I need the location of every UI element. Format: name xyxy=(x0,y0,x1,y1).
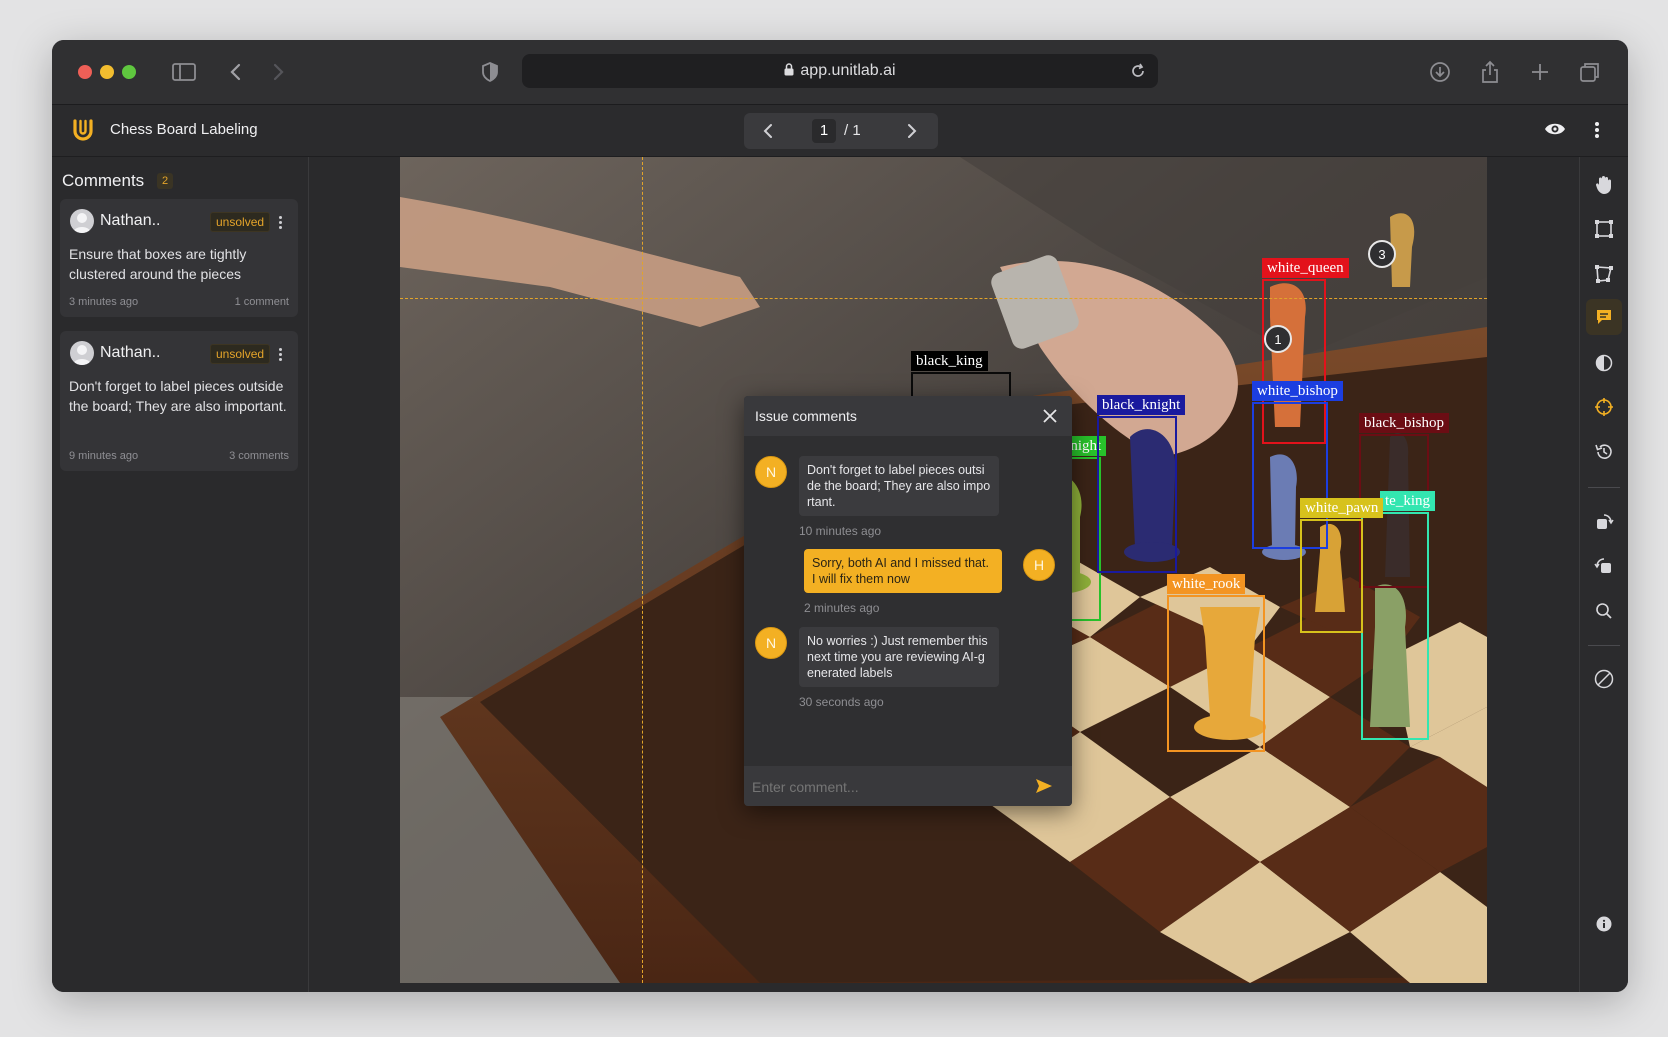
address-bar[interactable]: app.unitlab.ai xyxy=(522,54,1158,88)
rotate-left-icon[interactable] xyxy=(1592,554,1616,578)
download-icon[interactable] xyxy=(1426,58,1454,86)
bbox-white-king[interactable] xyxy=(1361,512,1429,740)
dialog-header: Issue comments xyxy=(744,396,1072,436)
close-icon[interactable] xyxy=(1042,408,1058,429)
eye-icon[interactable] xyxy=(1544,121,1566,142)
message-time: 2 minutes ago xyxy=(804,601,880,615)
status-badge: unsolved xyxy=(210,344,271,364)
toolbar-divider xyxy=(1588,487,1620,488)
image-pager: 1 / 1 xyxy=(744,113,938,149)
project-title: Chess Board Labeling xyxy=(110,121,258,138)
shield-icon[interactable] xyxy=(476,58,504,86)
sidebar-toggle-icon[interactable] xyxy=(170,58,198,86)
prohibited-icon[interactable] xyxy=(1592,667,1616,691)
user-avatar: N xyxy=(755,627,787,659)
comment-text: Don't forget to label pieces outside the… xyxy=(69,378,287,414)
url-text: app.unitlab.ai xyxy=(800,62,896,79)
message-time: 30 seconds ago xyxy=(799,695,884,709)
toolbar-divider xyxy=(1588,645,1620,646)
comment-tool-active[interactable] xyxy=(1586,299,1622,335)
lock-icon xyxy=(784,63,794,81)
comments-count-badge: 2 xyxy=(157,173,173,189)
message-bubble: No worries :) Just remember this next ti… xyxy=(799,627,999,687)
bbox-label: white_queen xyxy=(1262,258,1349,278)
unitlab-logo-icon xyxy=(70,117,96,148)
bounding-box-tool-icon[interactable] xyxy=(1592,217,1616,241)
comment-replies: 1 comment xyxy=(234,296,289,308)
next-image-icon[interactable] xyxy=(906,122,918,145)
issue-comments-dialog: Issue comments N Don't forget to label p… xyxy=(744,396,1072,806)
share-icon[interactable] xyxy=(1476,58,1504,86)
comment-author: Nathan.. xyxy=(100,344,161,361)
rotate-right-icon[interactable] xyxy=(1592,510,1616,534)
crosshair-icon[interactable] xyxy=(1592,395,1616,419)
comment-menu-icon[interactable] xyxy=(279,216,283,231)
dialog-title: Issue comments xyxy=(755,408,857,424)
maximize-window-button[interactable] xyxy=(122,65,136,79)
comment-card[interactable]: Nathan.. unsolved Ensure that boxes are … xyxy=(60,199,298,317)
hand-pan-icon[interactable] xyxy=(1592,173,1616,197)
annotation-canvas[interactable]: black_king white_knight black_knight whi… xyxy=(309,157,1579,992)
comment-icon xyxy=(1595,308,1613,331)
comment-time: 9 minutes ago xyxy=(69,450,139,462)
comment-marker[interactable]: 3 xyxy=(1368,240,1396,268)
comment-time: 3 minutes ago xyxy=(69,296,139,308)
minimize-window-button[interactable] xyxy=(100,65,114,79)
info-icon[interactable] xyxy=(1592,912,1616,936)
app-header: Chess Board Labeling 1 / 1 xyxy=(52,105,1628,157)
previous-image-icon[interactable] xyxy=(762,122,774,145)
bbox-label: white_bishop xyxy=(1252,381,1343,401)
bbox-white-pawn[interactable] xyxy=(1300,519,1363,633)
comment-author: Nathan.. xyxy=(100,212,161,229)
comment-replies: 3 comments xyxy=(229,450,289,462)
bbox-label: black_knight xyxy=(1097,395,1186,415)
tabs-overview-icon[interactable] xyxy=(1576,58,1604,86)
polygon-tool-icon[interactable] xyxy=(1592,262,1616,286)
crosshair-vertical xyxy=(642,157,643,983)
bbox-black-knight[interactable] xyxy=(1097,416,1177,573)
send-icon[interactable] xyxy=(1035,778,1053,799)
message-bubble: Don't forget to label pieces outsi de th… xyxy=(799,456,999,516)
bbox-label: te_king xyxy=(1380,491,1435,511)
tools-toolbar xyxy=(1579,157,1628,992)
comments-sidebar: Comments 2 Nathan.. unsolved Ensure that… xyxy=(52,157,309,992)
history-icon[interactable] xyxy=(1592,440,1616,464)
reload-icon[interactable] xyxy=(1130,63,1146,84)
bbox-label: black_king xyxy=(911,351,988,371)
comment-text: Ensure that boxes are tightly clustered … xyxy=(69,246,247,282)
status-badge: unsolved xyxy=(210,212,271,232)
bbox-label: black_bishop xyxy=(1359,413,1449,433)
back-icon[interactable] xyxy=(222,58,250,86)
comment-input[interactable] xyxy=(750,772,1024,802)
forward-icon[interactable] xyxy=(264,58,292,86)
user-avatar: N xyxy=(755,456,787,488)
zoom-icon[interactable] xyxy=(1592,599,1616,623)
comment-marker[interactable]: 1 xyxy=(1264,325,1292,353)
bbox-white-rook[interactable] xyxy=(1167,595,1265,752)
message-time: 10 minutes ago xyxy=(799,524,882,538)
avatar xyxy=(70,341,94,365)
browser-window: app.unitlab.ai Chess Board Labeling 1 / … xyxy=(52,40,1628,992)
close-window-button[interactable] xyxy=(78,65,92,79)
user-avatar: H xyxy=(1023,549,1055,581)
comment-card[interactable]: Nathan.. unsolved Don't forget to label … xyxy=(60,331,298,471)
brightness-icon[interactable] xyxy=(1592,351,1616,375)
browser-titlebar: app.unitlab.ai xyxy=(52,40,1628,105)
new-tab-icon[interactable] xyxy=(1526,58,1554,86)
message-bubble: Sorry, both AI and I missed that. I will… xyxy=(804,549,1002,593)
bbox-label: white_pawn xyxy=(1300,498,1384,518)
bbox-label: white_rook xyxy=(1167,574,1246,594)
comments-title: Comments xyxy=(62,171,145,190)
page-current-input[interactable]: 1 xyxy=(812,119,836,143)
more-options-icon[interactable] xyxy=(1594,121,1600,144)
avatar xyxy=(70,209,94,233)
page-total: / 1 xyxy=(844,122,861,139)
comment-menu-icon[interactable] xyxy=(279,348,283,363)
comment-input-bar xyxy=(744,766,1072,806)
